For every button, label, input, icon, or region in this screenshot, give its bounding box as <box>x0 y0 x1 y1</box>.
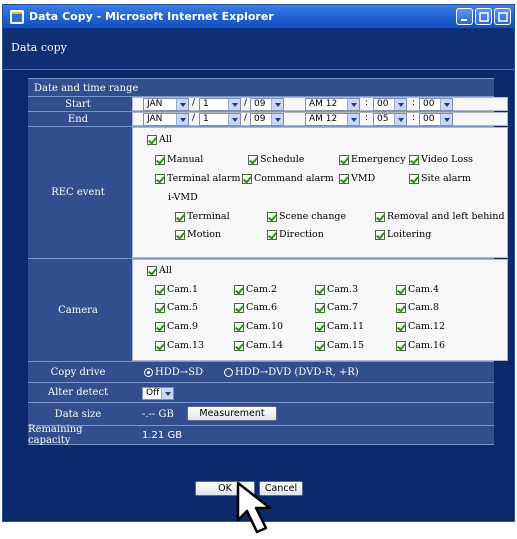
camera-checkbox[interactable]: Cam.7 <box>315 302 358 313</box>
page-header: Data copy <box>3 30 514 70</box>
rec-event-command-alarm-checkbox[interactable]: Command alarm <box>242 173 334 184</box>
rec-event-label: REC event <box>51 187 105 198</box>
rec-event-all-checkbox[interactable]: All <box>147 134 172 145</box>
camera-checkbox[interactable]: Cam.12 <box>396 321 445 332</box>
rec-event-site-alarm-checkbox[interactable]: Site alarm <box>409 173 471 184</box>
end-label: End <box>67 113 89 125</box>
ivmd-removal-checkbox[interactable]: Removal and left behind <box>375 211 505 222</box>
end-second-select[interactable]: 00 <box>419 113 453 126</box>
copy-drive-sd-radio[interactable]: HDD→SD <box>144 367 203 378</box>
rec-event-video-loss-checkbox[interactable]: Video Loss <box>409 154 473 165</box>
start-minute-select[interactable]: 00 <box>373 98 407 111</box>
rec-event-vmd-checkbox[interactable]: VMD <box>339 173 375 184</box>
remaining-capacity-label: Remaining capacity <box>28 424 83 446</box>
camera-all-checkbox[interactable]: All <box>147 265 172 276</box>
alter-detect-label: Alter detect <box>47 387 109 398</box>
alter-detect-select[interactable]: Off <box>142 387 174 400</box>
camera-checkbox[interactable]: Cam.16 <box>396 340 445 351</box>
rec-event-terminal-alarm-checkbox[interactable]: Terminal alarm <box>155 173 241 184</box>
rec-event-emergency-checkbox[interactable]: Emergency <box>339 154 406 165</box>
camera-checkbox[interactable]: Cam.14 <box>234 340 283 351</box>
start-second-select[interactable]: 00 <box>419 98 453 111</box>
start-hour-select[interactable]: AM 12 <box>305 98 360 111</box>
page-title: Data copy <box>11 41 67 54</box>
close-button[interactable] <box>494 8 511 25</box>
end-day-select[interactable]: 1 <box>199 113 241 126</box>
end-fields: JAN / 1 / 09 AM 12 : 05 : 00 <box>132 112 508 126</box>
window-title: Data Copy - Microsoft Internet Explorer <box>29 10 274 23</box>
ivmd-direction-checkbox[interactable]: Direction <box>267 229 324 240</box>
remaining-capacity-value: 1.21 GB <box>142 430 183 441</box>
camera-checkbox[interactable]: Cam.8 <box>396 302 439 313</box>
data-size-label: Data size <box>54 408 102 420</box>
data-size-value: -.-- GB <box>142 409 174 420</box>
camera-checkbox[interactable]: Cam.11 <box>315 321 364 332</box>
remaining-capacity-row: Remaining capacity 1.21 GB <box>28 424 494 446</box>
alter-detect-row: Alter detect Off <box>28 382 494 402</box>
ie-icon <box>10 10 24 24</box>
camera-checkbox[interactable]: Cam.15 <box>315 340 364 351</box>
camera-checkbox[interactable]: Cam.3 <box>315 284 358 295</box>
measurement-button[interactable]: Measurement <box>187 406 277 421</box>
ivmd-scene-change-checkbox[interactable]: Scene change <box>267 211 346 222</box>
camera-label: Camera <box>58 304 98 316</box>
maximize-button[interactable] <box>475 8 492 25</box>
camera-checkbox[interactable]: Cam.4 <box>396 284 439 295</box>
camera-checkbox[interactable]: Cam.6 <box>234 302 277 313</box>
start-year-select[interactable]: 09 <box>250 98 284 111</box>
ivmd-loitering-checkbox[interactable]: Loitering <box>375 229 431 240</box>
copy-drive-row: Copy drive HDD→SD HDD→DVD (DVD-R, +R) <box>28 361 494 382</box>
camera-checkbox[interactable]: Cam.9 <box>155 321 198 332</box>
ivmd-motion-checkbox[interactable]: Motion <box>175 229 221 240</box>
end-year-select[interactable]: 09 <box>250 113 284 126</box>
end-hour-select[interactable]: AM 12 <box>305 113 360 126</box>
start-month-select[interactable]: JAN <box>143 98 189 111</box>
ivmd-terminal-checkbox[interactable]: Terminal <box>175 211 230 222</box>
end-month-select[interactable]: JAN <box>143 113 189 126</box>
ivmd-label: i-VMD <box>168 192 198 203</box>
rec-event-options: All Manual Schedule Emergency Video Loss… <box>132 127 508 258</box>
start-fields: JAN / 1 / 09 AM 12 : 00 : 00 <box>132 97 508 111</box>
close-icon <box>498 12 508 22</box>
camera-checkbox[interactable]: Cam.5 <box>155 302 198 313</box>
camera-checkbox[interactable]: Cam.13 <box>155 340 204 351</box>
copy-drive-dvd-radio[interactable]: HDD→DVD (DVD-R, +R) <box>224 367 359 378</box>
mouse-pointer-icon <box>236 481 272 534</box>
title-bar: Data Copy - Microsoft Internet Explorer <box>3 5 514 29</box>
end-minute-select[interactable]: 05 <box>373 113 407 126</box>
camera-checkbox[interactable]: Cam.10 <box>234 321 283 332</box>
copy-drive-label: Copy drive <box>50 366 106 378</box>
rec-event-schedule-checkbox[interactable]: Schedule <box>248 154 304 165</box>
minimize-icon <box>461 19 467 21</box>
maximize-icon <box>479 12 489 22</box>
data-size-row: Data size -.-- GB Measurement <box>28 402 494 425</box>
camera-options: All Cam.1 Cam.2 Cam.3 Cam.4 Cam.5 Cam.6 … <box>132 259 508 361</box>
rec-event-manual-checkbox[interactable]: Manual <box>155 154 203 165</box>
start-label: Start <box>65 98 91 110</box>
section-title: Date and time range <box>28 78 494 96</box>
camera-checkbox[interactable]: Cam.1 <box>155 284 198 295</box>
minimize-button[interactable] <box>456 8 473 25</box>
camera-checkbox[interactable]: Cam.2 <box>234 284 277 295</box>
start-day-select[interactable]: 1 <box>199 98 241 111</box>
